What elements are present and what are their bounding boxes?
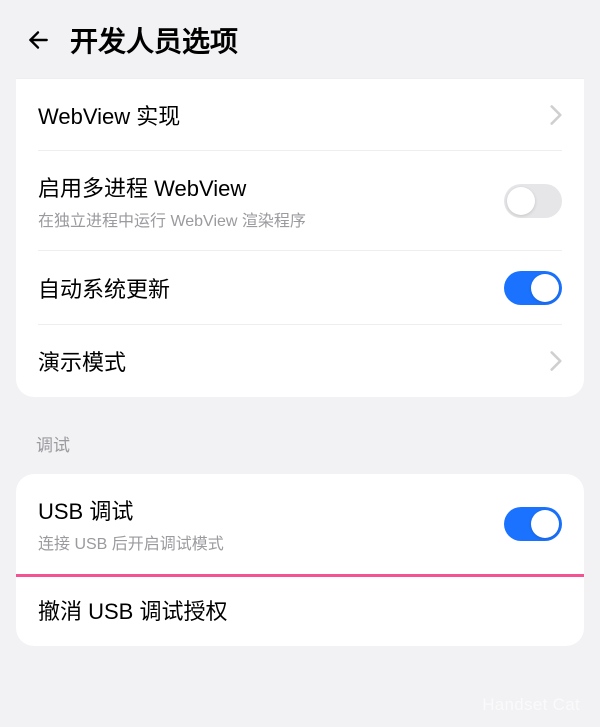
row-auto-system-update[interactable]: 自动系统更新 [16, 251, 584, 325]
toggle-auto-system-update[interactable] [504, 271, 562, 305]
highlight-box: USB 调试 连接 USB 后开启调试模式 [16, 474, 584, 577]
toggle-usb-debug[interactable] [504, 507, 562, 541]
header: 开发人员选项 [0, 0, 600, 78]
row-title: USB 调试 [38, 494, 504, 526]
row-title: WebView 实现 [38, 99, 550, 131]
toggle-multiprocess-webview[interactable] [504, 184, 562, 218]
chevron-right-icon [550, 351, 562, 371]
settings-group-2: USB 调试 连接 USB 后开启调试模式 撤消 USB 调试授权 [16, 474, 584, 646]
settings-group-1: WebView 实现 启用多进程 WebView 在独立进程中运行 WebVie… [16, 78, 584, 397]
row-title: 演示模式 [38, 345, 550, 377]
row-title: 自动系统更新 [38, 272, 504, 304]
watermark: Handset Cat [482, 695, 580, 715]
chevron-right-icon [550, 105, 562, 125]
toggle-knob [531, 510, 559, 538]
row-title: 撤消 USB 调试授权 [38, 594, 562, 626]
row-title: 启用多进程 WebView [38, 171, 504, 203]
toggle-knob [507, 187, 535, 215]
back-button[interactable] [24, 26, 52, 54]
row-subtitle: 连接 USB 后开启调试模式 [38, 530, 504, 554]
row-revoke-usb-auth[interactable]: 撤消 USB 调试授权 [16, 574, 584, 646]
row-usb-debug[interactable]: USB 调试 连接 USB 后开启调试模式 [16, 474, 584, 574]
row-demo-mode[interactable]: 演示模式 [16, 325, 584, 397]
row-multiprocess-webview[interactable]: 启用多进程 WebView 在独立进程中运行 WebView 渲染程序 [16, 151, 584, 251]
page-title: 开发人员选项 [70, 20, 238, 60]
arrow-left-icon [25, 27, 51, 53]
toggle-knob [531, 274, 559, 302]
row-subtitle: 在独立进程中运行 WebView 渲染程序 [38, 207, 504, 231]
section-header-debug: 调试 [0, 405, 600, 466]
row-webview-impl[interactable]: WebView 实现 [16, 81, 584, 151]
